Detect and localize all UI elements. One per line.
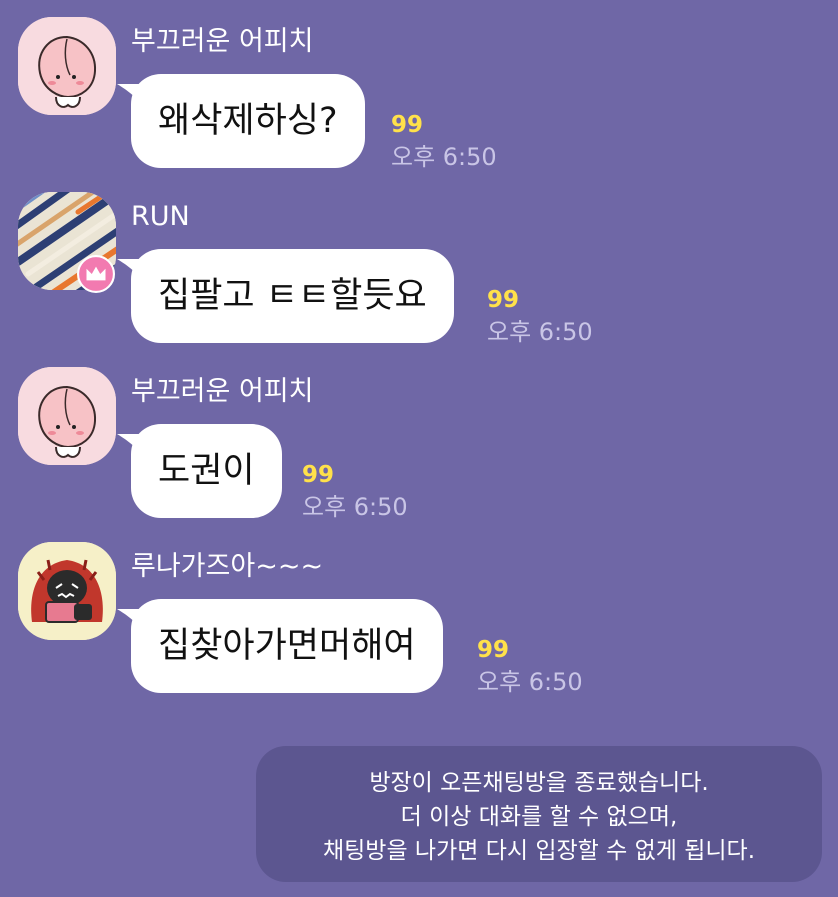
unread-count: 99: [477, 637, 510, 663]
message-text: 왜삭제하싱?: [158, 100, 338, 141]
crown-icon: [77, 255, 115, 293]
sender-name: 부끄러운 어피치: [131, 26, 314, 57]
unread-count: 99: [302, 462, 335, 488]
message-meta: 99 오후 6:50: [477, 637, 583, 696]
message-time: 오후 6:50: [487, 318, 593, 346]
message-meta: 99 오후 6:50: [487, 287, 593, 346]
message-bubble[interactable]: 왜삭제하싱?: [117, 74, 365, 168]
notice-line: 더 이상 대화를 할 수 없으며,: [400, 804, 678, 830]
notice-line: 채팅방을 나가면 다시 입장할 수 없게 됩니다.: [322, 838, 756, 864]
bubble-tail: [117, 84, 143, 106]
sender-name: RUN: [131, 201, 190, 232]
peach-character-icon: [18, 367, 116, 465]
bubble-tail: [117, 434, 143, 456]
message-bubble[interactable]: 도권이: [117, 424, 282, 518]
message-bubble[interactable]: 집찾아가면머해여: [117, 599, 443, 693]
sender-name: 부끄러운 어피치: [131, 376, 314, 407]
message-meta: 99 오후 6:50: [391, 112, 497, 171]
peach-character-icon: [18, 17, 116, 115]
avatar[interactable]: [18, 542, 116, 640]
message-time: 오후 6:50: [391, 143, 497, 171]
message-text: 집팔고 ㅌㅌ할듯요: [158, 275, 427, 316]
message-time: 오후 6:50: [477, 668, 583, 696]
notice-line: 방장이 오픈채팅방을 종료했습니다.: [369, 770, 709, 796]
message-text: 집찾아가면머해여: [158, 625, 416, 666]
unread-count: 99: [487, 287, 520, 313]
system-notice: 방장이 오픈채팅방을 종료했습니다. 더 이상 대화를 할 수 없으며, 채팅방…: [256, 746, 822, 882]
bubble-tail: [117, 609, 143, 631]
avatar[interactable]: [18, 367, 116, 465]
message-time: 오후 6:50: [302, 493, 408, 521]
bubble-tail: [117, 259, 143, 281]
sender-name: 루나가즈아~~~: [131, 551, 324, 582]
message-meta: 99 오후 6:50: [302, 462, 408, 521]
message-bubble[interactable]: 집팔고 ㅌㅌ할듯요: [117, 249, 454, 343]
avatar[interactable]: [18, 17, 116, 115]
angry-character-icon: [18, 542, 116, 640]
unread-count: 99: [391, 112, 424, 138]
message-text: 도권이: [158, 450, 255, 491]
